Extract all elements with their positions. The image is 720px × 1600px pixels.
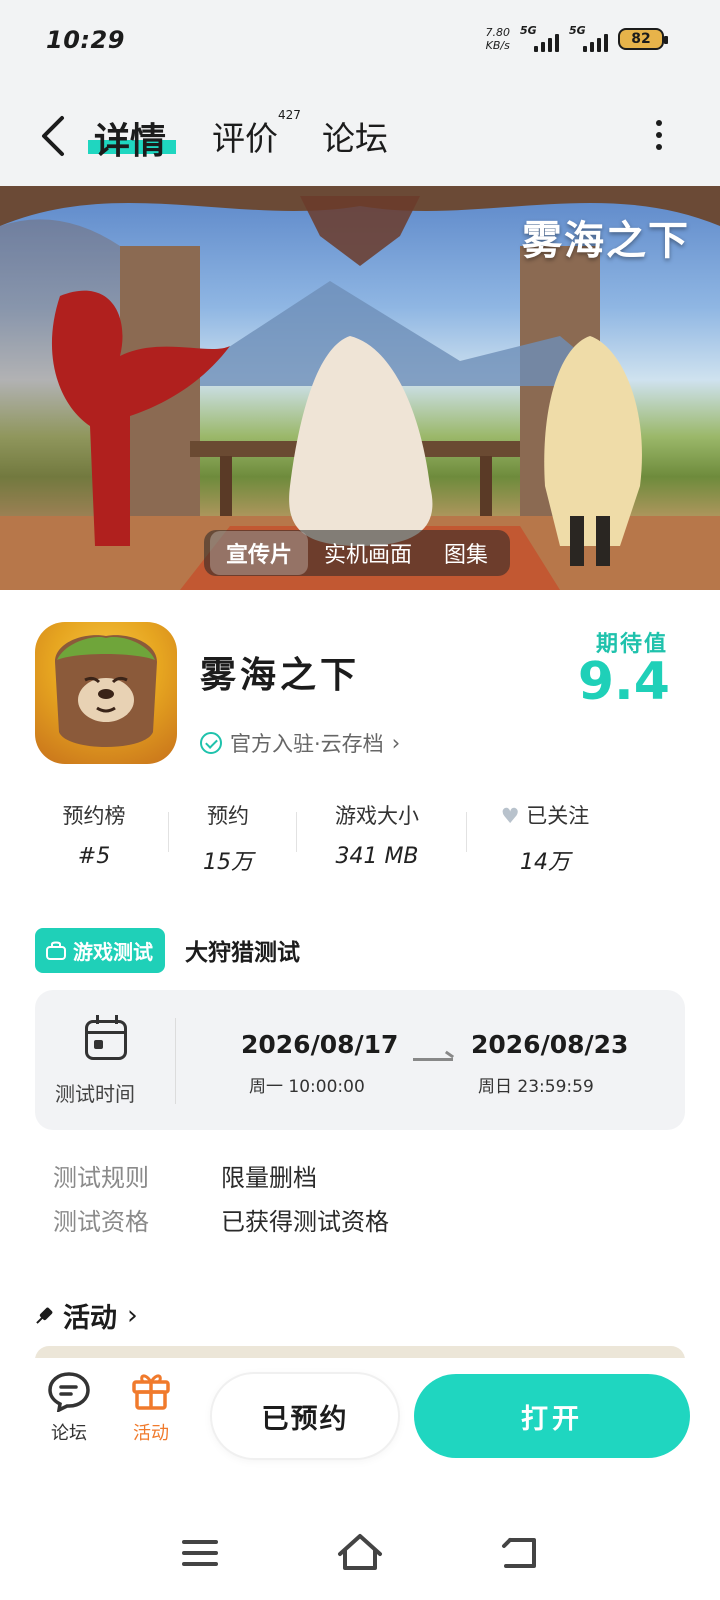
media-tab-group: 宣传片 实机画面 图集	[204, 530, 511, 576]
arrow-right-icon	[413, 1058, 453, 1061]
banner-game-logo: 雾海之下	[522, 218, 690, 264]
test-rules-value: 限量删档	[221, 1164, 317, 1192]
reserved-button[interactable]: 已预约	[212, 1374, 398, 1458]
net-speed-unit: KB/s	[485, 39, 510, 52]
status-time: 10:29	[46, 26, 125, 54]
home-icon[interactable]	[338, 1534, 382, 1570]
tab-details[interactable]: 详情	[94, 112, 166, 164]
forum-label: 论坛	[51, 1423, 87, 1444]
media-tab-gallery[interactable]: 图集	[428, 531, 504, 575]
chevron-right-icon: ›	[127, 1300, 138, 1331]
menu-icon[interactable]	[182, 1540, 218, 1566]
app-icon	[35, 622, 177, 764]
stat-label: 预约	[207, 804, 249, 828]
official-info-text: 官方入驻·云存档	[230, 732, 384, 756]
signal-label-2: 5G	[569, 24, 586, 37]
forum-icon	[48, 1372, 90, 1414]
stat-label-row: ♥ 已关注	[490, 800, 600, 830]
net-speed: 7.80 KB/s	[486, 26, 511, 52]
stat-reservation-rank[interactable]: 预约榜 #5	[56, 800, 132, 869]
stat-label: 已关注	[526, 804, 590, 828]
signal-label: 5G	[520, 24, 537, 37]
media-tab-trailer[interactable]: 宣传片	[210, 531, 309, 575]
activity-title: 活动	[63, 1303, 117, 1334]
app-stats: 预约榜 #5 预约 15万 游戏大小 341 MB ♥ 已关注 14万	[0, 800, 720, 880]
open-button[interactable]: 打开	[414, 1374, 690, 1458]
test-time-label: 测试时间	[55, 1082, 135, 1106]
test-time-card: 测试时间 2026/08/17 周一 10:00:00 2026/08/23 周…	[35, 990, 685, 1130]
stat-value: 15万	[203, 850, 253, 875]
game-test-badge-label: 游戏测试	[73, 939, 153, 964]
expectation-score: 9.4	[577, 652, 670, 712]
stat-value: #5	[77, 844, 111, 869]
chevron-right-icon: ›	[391, 731, 401, 755]
activity-label: 活动	[133, 1423, 169, 1444]
game-test-badge: 游戏测试	[35, 927, 165, 973]
start-time: 周一 10:00:00	[249, 1077, 365, 1097]
test-icon	[46, 941, 66, 960]
battery-icon: 82	[618, 28, 668, 50]
test-rules-label: 测试规则	[53, 1164, 149, 1192]
verified-check-icon	[200, 732, 222, 754]
gift-icon	[132, 1374, 170, 1410]
test-rules-row: 测试规则 限量删档	[53, 1158, 317, 1193]
reviews-count: 427	[278, 108, 301, 122]
media-tab-gameplay[interactable]: 实机画面	[308, 531, 428, 575]
test-qualification-value: 已获得测试资格	[221, 1208, 389, 1236]
official-info-link[interactable]: 官方入驻·云存档 ›	[200, 728, 400, 758]
test-header: 游戏测试 大狩猎测试	[35, 927, 300, 973]
status-indicators: 7.80 KB/s 5G 5G 82	[486, 24, 668, 52]
stat-label: 预约榜	[62, 804, 126, 828]
test-qualification-label: 测试资格	[53, 1208, 149, 1236]
signal-icon: 5G	[520, 24, 559, 52]
end-time: 周日 23:59:59	[478, 1077, 594, 1097]
heart-icon: ♥	[500, 804, 520, 828]
stat-game-size: 游戏大小 341 MB	[326, 800, 428, 869]
stat-value: 341 MB	[335, 844, 419, 869]
tab-reviews[interactable]: 评价	[212, 112, 278, 160]
tab-forum[interactable]: 论坛	[322, 112, 388, 160]
status-bar: 10:29 7.80 KB/s 5G 5G 82	[0, 0, 720, 84]
test-title: 大狩猎测试	[185, 940, 300, 966]
more-options-icon[interactable]	[656, 120, 664, 150]
start-date: 2026/08/17	[241, 1030, 399, 1059]
activity-button[interactable]: 活动	[126, 1368, 176, 1445]
stat-value: 14万	[520, 850, 570, 875]
stat-followers[interactable]: ♥ 已关注 14万	[490, 800, 600, 876]
tab-details-label: 详情	[94, 121, 167, 162]
stat-reservations: 预约 15万	[196, 800, 260, 876]
end-date: 2026/08/23	[471, 1030, 629, 1059]
app-title: 雾海之下	[200, 655, 361, 696]
test-qualification-row: 测试资格 已获得测试资格	[53, 1202, 389, 1237]
calendar-icon	[85, 1015, 127, 1060]
system-navigation-bar	[0, 1520, 720, 1590]
net-speed-value: 7.80	[485, 26, 511, 39]
bottom-action-bar: 论坛 活动 已预约 打开	[0, 1358, 720, 1468]
pin-icon	[31, 1303, 56, 1328]
back-nav-icon[interactable]	[502, 1538, 536, 1568]
forum-button[interactable]: 论坛	[44, 1370, 94, 1445]
signal-icon-2: 5G	[569, 24, 608, 52]
activity-section-link[interactable]: 活动 ›	[35, 1296, 138, 1335]
top-navigation: 详情 评价 427 论坛	[0, 84, 720, 186]
back-arrow-icon[interactable]	[38, 114, 68, 158]
stat-label: 游戏大小	[335, 804, 419, 828]
